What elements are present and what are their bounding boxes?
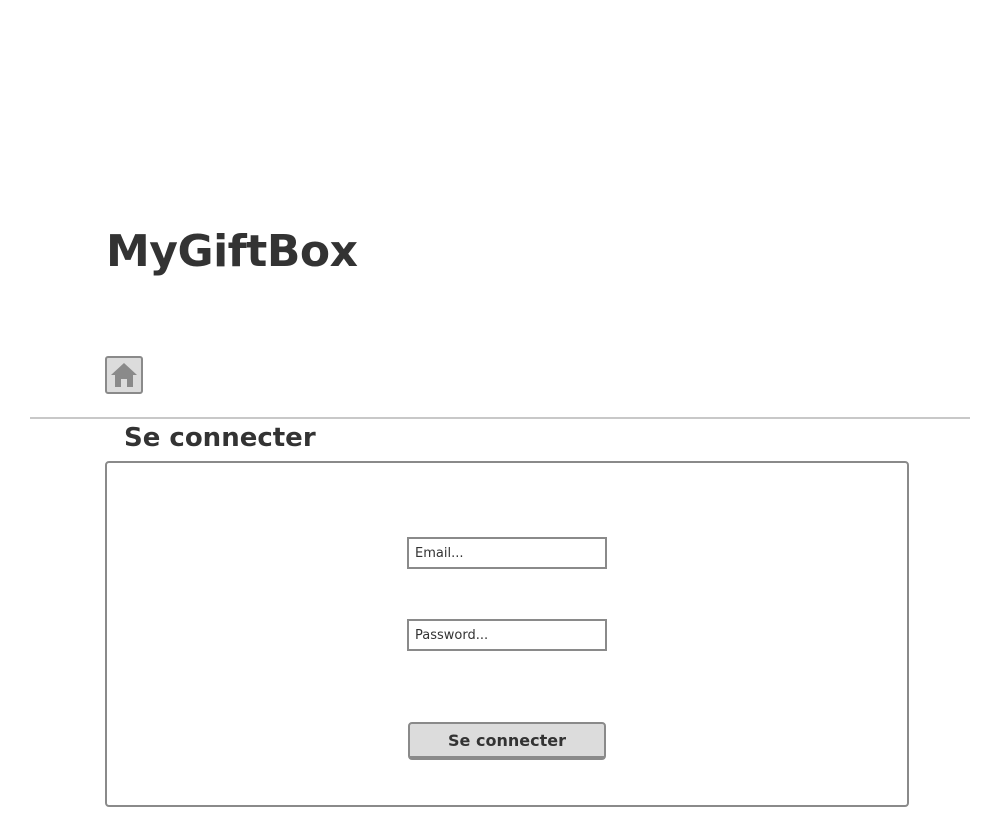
email-field[interactable]	[407, 537, 607, 569]
home-button[interactable]	[105, 356, 143, 394]
home-icon	[111, 363, 137, 387]
login-button[interactable]: Se connecter	[408, 722, 606, 760]
password-field[interactable]	[407, 619, 607, 651]
brand-title: MyGiftBox	[106, 226, 358, 277]
login-title: Se connecter	[124, 423, 316, 453]
page: MyGiftBox Se connecter Se connecter	[0, 0, 990, 828]
header-divider	[30, 417, 970, 419]
